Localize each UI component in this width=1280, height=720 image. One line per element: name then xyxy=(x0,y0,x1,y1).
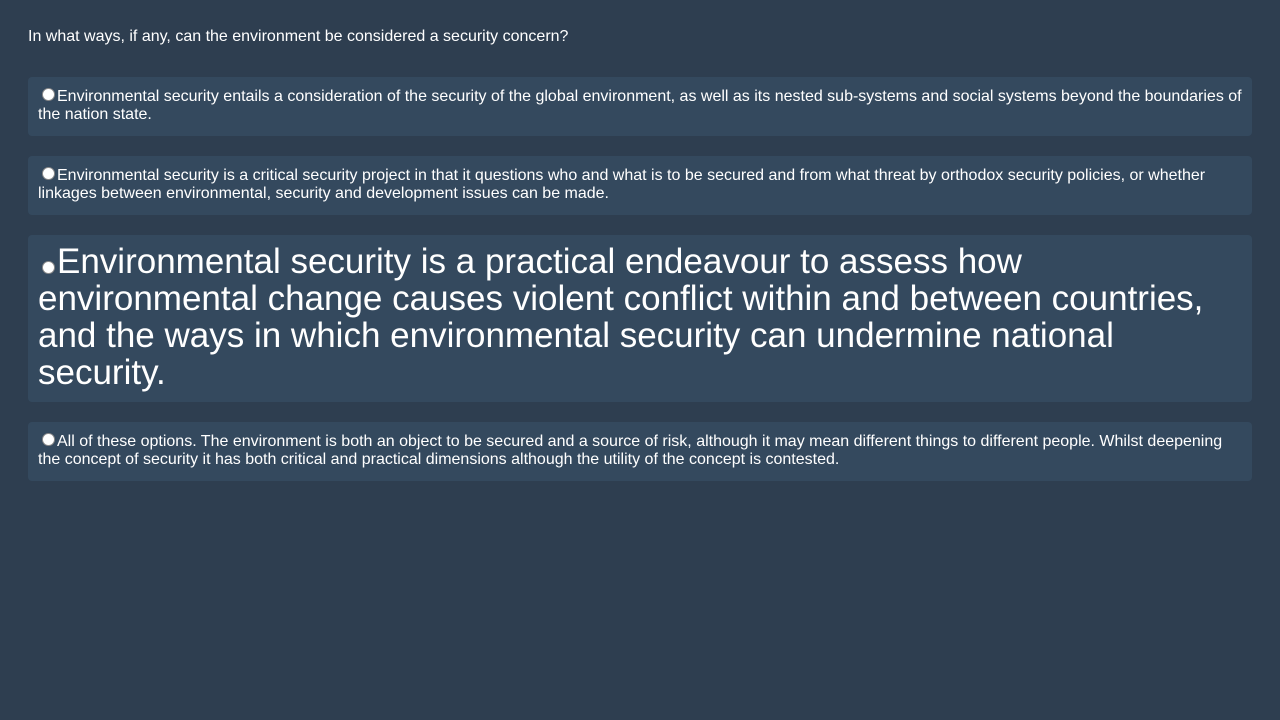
answer-option-2-label: Environmental security is a critical sec… xyxy=(38,167,1206,202)
answer-options: Environmental security entails a conside… xyxy=(28,77,1252,481)
answer-option-4-label: All of these options. The environment is… xyxy=(38,433,1223,468)
answer-option-2[interactable]: Environmental security is a critical sec… xyxy=(28,156,1252,215)
answer-option-3[interactable]: Environmental security is a practical en… xyxy=(28,235,1252,402)
answer-option-1[interactable]: Environmental security entails a conside… xyxy=(28,77,1252,136)
answer-option-4[interactable]: All of these options. The environment is… xyxy=(28,422,1252,481)
radio-button-3[interactable] xyxy=(42,261,55,274)
question-text: In what ways, if any, can the environmen… xyxy=(28,28,569,45)
answer-option-1-label: Environmental security entails a conside… xyxy=(38,88,1242,123)
radio-button-1[interactable] xyxy=(42,88,55,101)
radio-button-2[interactable] xyxy=(42,167,55,180)
answer-option-3-label: Environmental security is a practical en… xyxy=(38,242,1204,392)
quiz-container: In what ways, if any, can the environmen… xyxy=(28,0,1252,501)
radio-button-4[interactable] xyxy=(42,433,55,446)
